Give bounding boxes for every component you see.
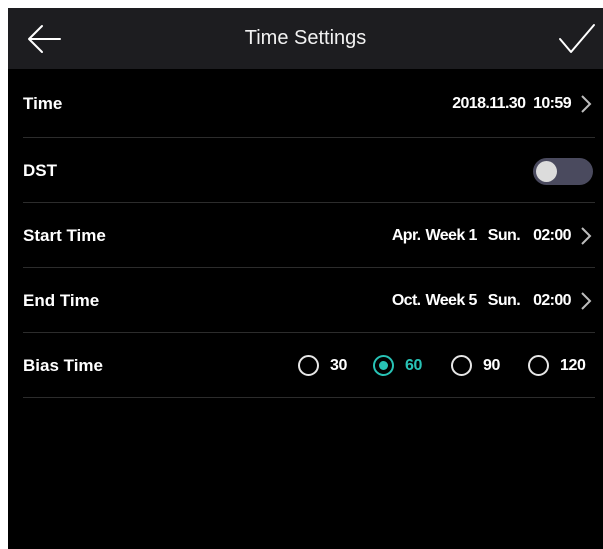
radio-unselected-icon (298, 355, 319, 376)
end-time-day: Sun. (487, 292, 521, 309)
start-time-label: Start Time (23, 226, 106, 245)
page-title: Time Settings (244, 27, 367, 49)
start-time-value: Apr. Week 1 Sun. 02:00 (391, 203, 572, 268)
chevron-right-icon (581, 95, 592, 113)
bias-option-label: 30 (330, 357, 347, 374)
bias-time-label: Bias Time (23, 356, 104, 375)
time-row[interactable]: Time 2018.11.30 10:59 (8, 71, 603, 136)
toggle-knob (536, 161, 557, 182)
radio-selected-icon (373, 355, 394, 376)
chevron-right-icon (581, 292, 592, 310)
radio-unselected-icon (528, 355, 549, 376)
end-time-month: Oct. (391, 292, 421, 309)
top-bar: Time Settings (8, 8, 603, 69)
time-value: 2018.11.30 10:59 (452, 71, 571, 136)
end-time-row[interactable]: End Time Oct. Week 5 Sun. 02:00 (8, 268, 603, 333)
chevron-right-icon (581, 227, 592, 245)
checkmark-icon (559, 24, 595, 53)
start-time-clock: 02:00 (533, 227, 572, 244)
divider (23, 397, 595, 398)
start-time-week: Week 1 (425, 227, 478, 244)
time-settings-screen: Time Settings Time 2018.11.30 10:59 DST … (8, 8, 603, 549)
radio-unselected-icon (451, 355, 472, 376)
bias-option-label: 90 (483, 357, 500, 374)
dst-row: DST (8, 138, 603, 203)
bias-time-row: Bias Time 30 60 90 120 (8, 333, 603, 398)
start-time-month: Apr. (391, 227, 421, 244)
end-time-week: Week 5 (425, 292, 478, 309)
time-label: Time (23, 94, 63, 113)
start-time-row[interactable]: Start Time Apr. Week 1 Sun. 02:00 (8, 203, 603, 268)
end-time-label: End Time (23, 291, 100, 310)
bias-time-options: 30 60 90 120 (298, 333, 603, 398)
dst-label: DST (23, 161, 57, 180)
bias-option-label: 120 (560, 357, 586, 374)
time-value-text: 2018.11.30 10:59 (452, 95, 571, 112)
start-time-day: Sun. (487, 227, 521, 244)
bias-option-label: 60 (405, 357, 422, 374)
end-time-value: Oct. Week 5 Sun. 02:00 (391, 268, 572, 333)
confirm-button[interactable] (558, 22, 596, 56)
back-button[interactable] (26, 22, 62, 56)
dst-toggle[interactable] (533, 158, 593, 185)
back-arrow-icon (28, 25, 61, 53)
end-time-clock: 02:00 (533, 292, 572, 309)
